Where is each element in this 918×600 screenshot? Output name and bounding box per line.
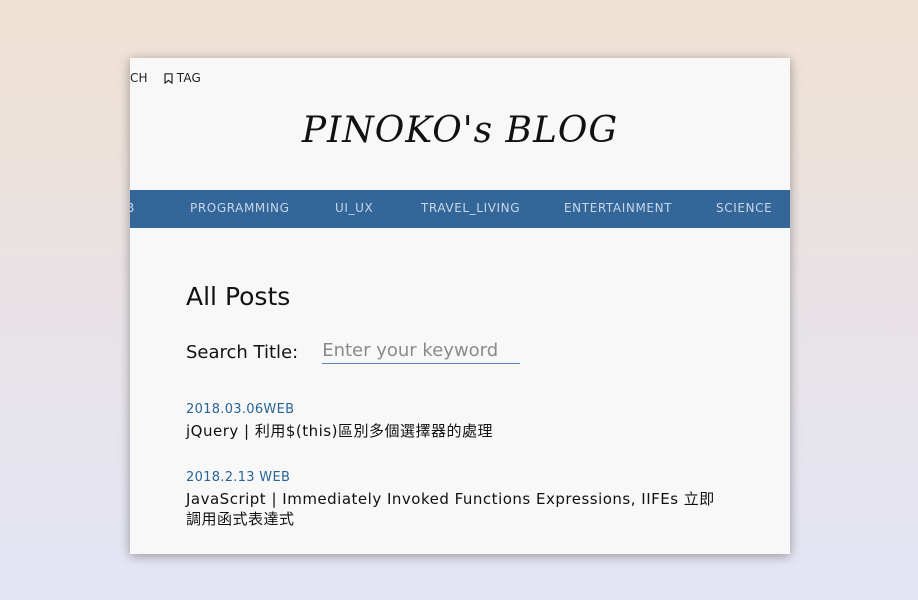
nav-item-travel-living[interactable]: TRAVEL_LIVING [421,201,520,215]
site-title[interactable]: PINOKO's BLOG [130,110,790,151]
post-date: 2018.2.13 WEB [186,470,291,485]
nav-item-web[interactable]: B [130,201,135,215]
search-title-label: Search Title: [186,341,299,363]
search-link-label: RCH [130,71,148,85]
post-item: 2018.03.06WEB jQuery | 利用$(this)區別多個選擇器的… [186,402,726,441]
page-title: All Posts [186,282,291,311]
post-date: 2018.03.06WEB [186,402,295,417]
nav-item-science[interactable]: SCIENCE [716,201,772,215]
bookmark-icon [164,72,173,84]
tag-link[interactable]: TAG [164,71,201,85]
post-item: 2018.2.13 WEB JavaScript | Immediately I… [186,470,726,529]
tag-link-label: TAG [176,71,202,85]
search-input[interactable] [322,340,521,364]
nav-item-ui-ux[interactable]: UI_UX [335,201,373,215]
top-links: RCH TAG [130,70,201,86]
category-nav: B PROGRAMMING UI_UX TRAVEL_LIVING ENTERT… [130,190,790,228]
browser-page: RCH TAG PINOKO's BLOG B PROGRAMMING UI_U… [130,58,790,554]
nav-item-entertainment[interactable]: ENTERTAINMENT [564,201,672,215]
post-title-link[interactable]: jQuery | 利用$(this)區別多個選擇器的處理 [186,421,726,441]
search-row: Search Title: [186,340,521,364]
post-title-link[interactable]: JavaScript | Immediately Invoked Functio… [186,489,726,529]
search-link[interactable]: RCH [130,71,148,85]
nav-item-programming[interactable]: PROGRAMMING [190,201,290,215]
